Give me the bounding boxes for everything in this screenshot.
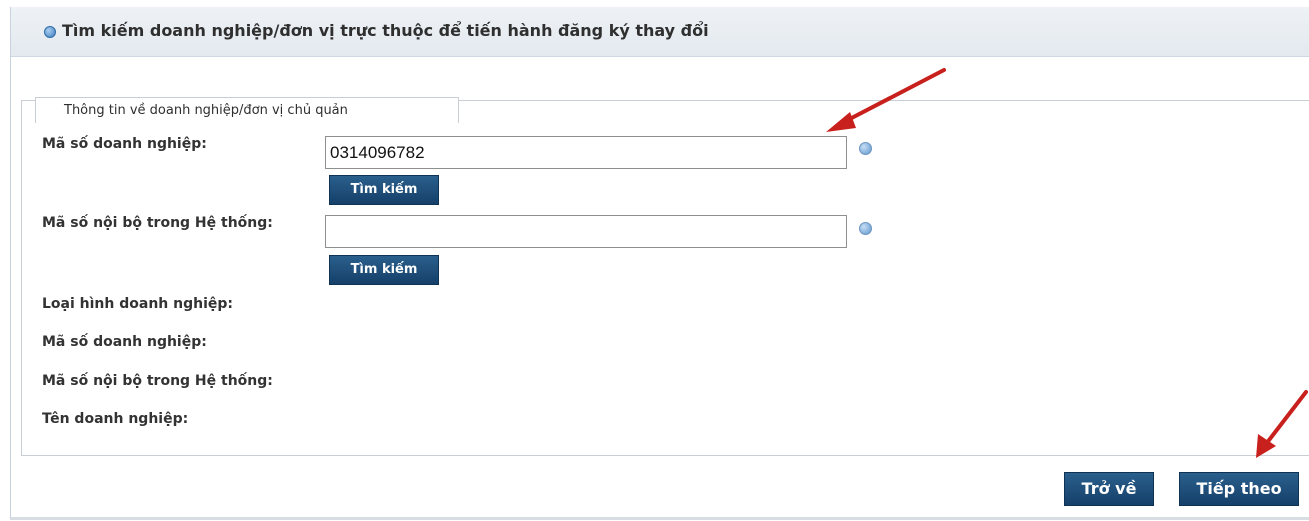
result-internal-code-label: Mã số nội bộ trong Hệ thống: bbox=[42, 373, 273, 389]
search-panel: Tìm kiếm doanh nghiệp/đơn vị trực thuộc … bbox=[10, 7, 1309, 520]
panel-header: Tìm kiếm doanh nghiệp/đơn vị trực thuộc … bbox=[11, 7, 1309, 57]
business-name-label: Tên doanh nghiệp: bbox=[42, 411, 189, 427]
fieldset-legend: Thông tin về doanh nghiệp/đơn vị chủ quả… bbox=[35, 97, 459, 123]
next-button[interactable]: Tiếp theo bbox=[1179, 472, 1299, 506]
result-business-code-label: Mã số doanh nghiệp: bbox=[42, 334, 207, 350]
info-icon bbox=[44, 26, 56, 38]
business-type-label: Loại hình doanh nghiệp: bbox=[42, 296, 233, 312]
help-icon[interactable] bbox=[859, 222, 872, 235]
internal-code-input[interactable] bbox=[325, 215, 847, 248]
business-code-input[interactable]: 0314096782 bbox=[325, 136, 847, 169]
internal-code-label: Mã số nội bộ trong Hệ thống: bbox=[42, 215, 273, 231]
panel-title: Tìm kiếm doanh nghiệp/đơn vị trực thuộc … bbox=[62, 21, 709, 40]
help-icon[interactable] bbox=[859, 142, 872, 155]
annotation-arrow-icon bbox=[826, 68, 946, 132]
search-by-internal-code-button[interactable]: Tìm kiếm bbox=[329, 255, 439, 285]
business-code-label: Mã số doanh nghiệp: bbox=[42, 136, 207, 152]
back-button[interactable]: Trở về bbox=[1064, 472, 1154, 506]
search-by-business-code-button[interactable]: Tìm kiếm bbox=[329, 175, 439, 205]
annotation-arrow-icon bbox=[1256, 390, 1308, 458]
